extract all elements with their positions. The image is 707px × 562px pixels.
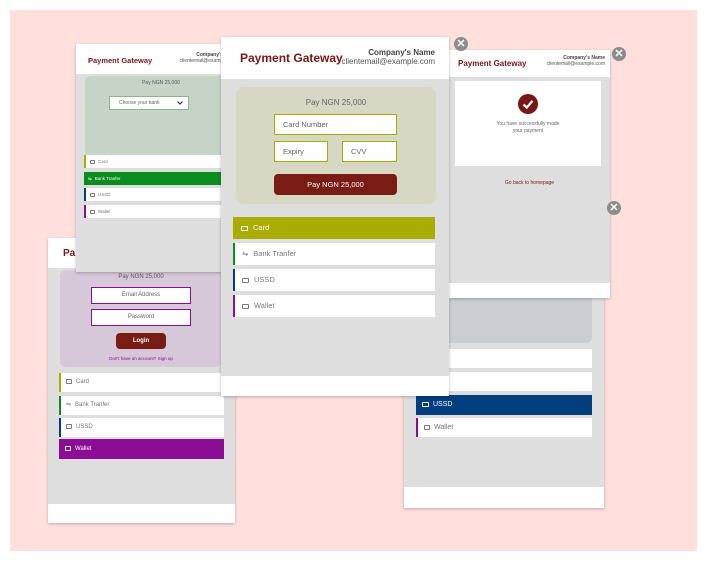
method-bank-transfer-label: Bank Tranfer xyxy=(253,249,297,258)
close-icon[interactable]: ✕ xyxy=(607,201,621,215)
method-bank-transfer[interactable]: ⇋ Bank Tranfer xyxy=(59,396,224,415)
method-ussd-label: USSD xyxy=(76,424,93,430)
card-panel: Payment Gateway Company's Name clientemai… xyxy=(221,37,449,396)
pay-button[interactable]: Pay NGN 25,000 xyxy=(274,174,397,195)
header-title: Pa xyxy=(63,248,76,259)
method-ussd-label: USSD xyxy=(98,192,111,197)
header-title: Payment Gateway xyxy=(458,59,527,68)
ussd-icon xyxy=(242,277,249,283)
method-bank-transfer-label: Bank Tranfer xyxy=(94,176,121,181)
success-message: You have successfully made your payment xyxy=(496,121,560,134)
method-wallet[interactable]: Wallet xyxy=(416,418,592,437)
card-icon xyxy=(90,159,95,164)
panel-footer xyxy=(404,487,604,508)
wallet-icon xyxy=(242,303,249,309)
bank-box: Pay NGN 25,000 Choose your bank xyxy=(85,76,237,164)
close-icon[interactable]: ✕ xyxy=(612,47,626,61)
ussd-icon xyxy=(90,192,95,197)
header: Payment Gateway Company's Name clientemai… xyxy=(221,37,449,79)
card-form-box: Pay NGN 25,000 Card Number Expiry CVV Pa… xyxy=(236,87,436,204)
amount-label: Pay NGN 25,000 xyxy=(305,98,367,107)
wallet-icon xyxy=(65,445,71,451)
method-wallet[interactable]: Wallet xyxy=(84,205,242,218)
company-info: Company's Name clientemail@example.com xyxy=(546,55,605,68)
method-ussd-label: USSD xyxy=(433,401,453,408)
company-name: Company's Name xyxy=(368,48,435,57)
method-card[interactable]: Card xyxy=(233,217,435,239)
method-ussd[interactable]: USSD xyxy=(416,395,592,415)
method-wallet-label: Wallet xyxy=(254,301,275,310)
expiry-field[interactable]: Expiry xyxy=(274,141,328,162)
bank-transfer-panel: Payment Gateway Company's Name clientemai… xyxy=(76,44,244,272)
header-title: Payment Gateway xyxy=(240,51,343,65)
amount-label: Pay NGN 25,000 xyxy=(142,80,180,86)
company-email: clientemail@example.com xyxy=(546,60,605,67)
card-number-field[interactable]: Card Number xyxy=(274,114,397,135)
method-ussd-label: USSD xyxy=(254,275,275,284)
method-card-label: Card xyxy=(76,379,90,385)
login-box: Pay NGN 25,000 Email Address Password Lo… xyxy=(60,270,222,367)
method-bank-transfer[interactable]: ⇋ Bank Tranfer xyxy=(233,243,435,265)
method-ussd[interactable]: USSD xyxy=(84,188,242,201)
method-card[interactable]: Card xyxy=(84,155,242,168)
wallet-icon xyxy=(90,209,95,214)
card-icon xyxy=(241,225,248,231)
method-wallet-label: Wallet xyxy=(98,209,111,214)
check-icon xyxy=(518,94,538,114)
header-title: Payment Gateway xyxy=(88,56,153,65)
success-panel: Payment Gateway Company's Name clientemai… xyxy=(449,50,610,298)
bank-icon: ⇋ xyxy=(242,249,249,258)
ussd-icon xyxy=(66,423,72,429)
method-wallet[interactable]: Wallet xyxy=(233,295,435,317)
amount-label: Pay NGN 25,000 xyxy=(118,274,164,280)
login-button[interactable]: Login xyxy=(116,333,166,349)
back-to-homepage-link[interactable]: Go back to homepage xyxy=(449,180,610,186)
bank-select[interactable]: Choose your bank xyxy=(109,96,189,110)
method-card[interactable]: Card xyxy=(59,373,224,392)
panel-footer xyxy=(48,504,235,523)
wallet-panel: Pa Pay NGN 25,000 Email Address Password… xyxy=(48,238,235,523)
company-email: clientemail@example.com xyxy=(341,57,436,67)
panel-footer xyxy=(221,376,449,396)
method-ussd[interactable]: USSD xyxy=(59,418,224,437)
header: Payment Gateway Company's Name clientemai… xyxy=(449,50,610,77)
bank-icon: ⇋ xyxy=(66,402,72,408)
card-icon xyxy=(66,378,72,384)
method-ussd[interactable]: USSD xyxy=(233,269,435,291)
method-wallet-label: Wallet xyxy=(75,446,92,452)
ussd-icon xyxy=(422,401,429,407)
signup-link[interactable]: Don't have an account? Sign up xyxy=(60,356,222,361)
close-icon[interactable]: ✕ xyxy=(454,37,468,51)
email-field[interactable]: Email Address xyxy=(91,287,191,304)
chevron-down-icon xyxy=(177,101,183,105)
method-card-label: Card xyxy=(98,159,108,164)
method-wallet-label: Wallet xyxy=(434,424,454,431)
success-card: You have successfully made your payment xyxy=(455,81,601,166)
bank-select-value: Choose your bank xyxy=(119,100,160,106)
cvv-field[interactable]: CVV xyxy=(342,141,397,162)
method-card-label: Card xyxy=(253,223,270,232)
password-field[interactable]: Password xyxy=(91,309,191,326)
company-info: Company's Name clientemail@example.com xyxy=(342,48,436,66)
wallet-icon xyxy=(424,424,430,430)
method-bank-transfer[interactable]: ⇋ Bank Tranfer xyxy=(84,172,242,185)
bank-icon: ⇋ xyxy=(88,176,92,181)
method-wallet[interactable]: Wallet xyxy=(59,439,224,459)
panel-footer xyxy=(449,283,610,298)
method-bank-transfer-label: Bank Tranfer xyxy=(75,402,110,408)
header: Payment Gateway Company's Name clientemai… xyxy=(76,44,244,74)
